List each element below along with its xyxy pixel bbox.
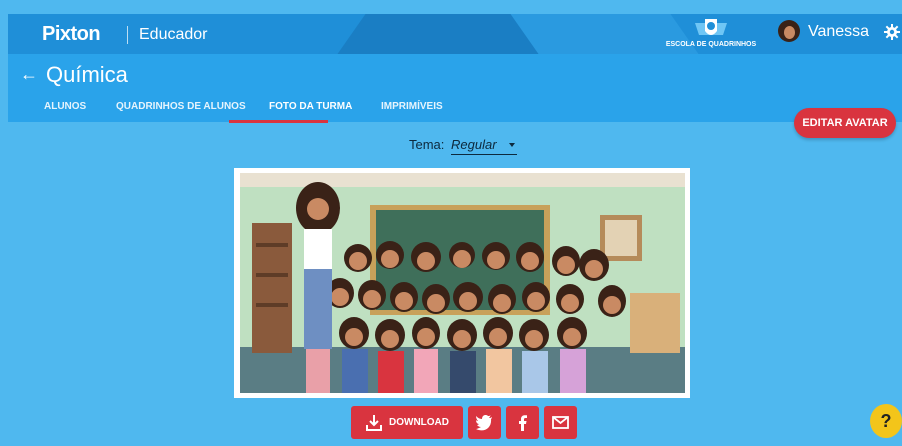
tab-quadrinhos-de-alunos[interactable]: QUADRINHOS DE ALUNOS: [116, 101, 246, 112]
class-photo: [240, 173, 685, 393]
active-tab-indicator: [229, 120, 328, 123]
theme-select[interactable]: Regular: [451, 137, 517, 155]
theme-label: Tema:: [409, 137, 445, 152]
share-email-button[interactable]: [544, 406, 577, 439]
class-title-row: ← Química: [20, 62, 128, 88]
share-facebook-button[interactable]: [506, 406, 539, 439]
email-icon: [552, 416, 569, 429]
logo-divider: [127, 26, 128, 44]
theme-select-value: Regular: [451, 137, 497, 152]
tab-foto-da-turma[interactable]: FOTO DA TURMA: [269, 101, 352, 112]
user-avatar[interactable]: [778, 20, 800, 42]
download-icon: [366, 415, 382, 431]
download-button[interactable]: DOWNLOAD: [351, 406, 463, 439]
pixton-logo[interactable]: Pixton: [42, 23, 101, 46]
edit-avatar-button[interactable]: EDITAR AVATAR: [794, 108, 896, 138]
download-label: DOWNLOAD: [389, 417, 449, 428]
tab-alunos[interactable]: ALUNOS: [44, 101, 86, 112]
share-twitter-button[interactable]: [468, 406, 501, 439]
school-badge[interactable]: ESCOLA DE QUADRINHOS: [653, 17, 769, 51]
help-button[interactable]: ?: [870, 404, 902, 438]
class-photo-illustration: [240, 173, 685, 393]
facebook-icon: [519, 415, 527, 431]
top-bar: Pixton Educador ESCOLA DE QUADRINHOS Van…: [8, 14, 902, 54]
class-title: Química: [46, 62, 128, 87]
product-label: Educador: [139, 26, 208, 43]
tab-imprimiveis[interactable]: IMPRIMÍVEIS: [381, 101, 443, 112]
back-arrow-icon[interactable]: ←: [20, 64, 38, 84]
twitter-icon: [476, 415, 492, 431]
user-name[interactable]: Vanessa: [808, 23, 869, 41]
chevron-down-icon: [509, 143, 515, 147]
gear-icon[interactable]: [884, 24, 900, 40]
school-label: ESCOLA DE QUADRINHOS: [665, 41, 757, 48]
school-shield-icon: [695, 19, 727, 35]
